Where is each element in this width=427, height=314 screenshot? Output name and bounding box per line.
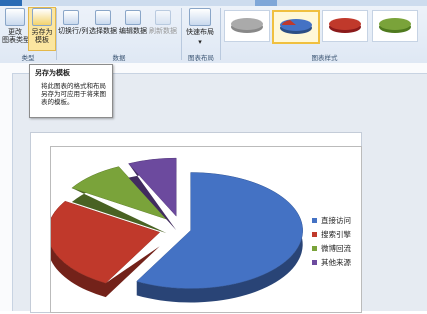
legend-swatch (312, 231, 317, 237)
chart-type-icon (5, 8, 25, 26)
legend-item: 微博回流 (312, 241, 351, 255)
legend-swatch (312, 259, 317, 265)
save-as-template-button[interactable]: 另存为 模板 (28, 7, 56, 51)
tooltip: 另存为模板 将此图表的格式和布局 另存为可应用于将来图 表的模板。 (29, 64, 113, 118)
switch-row-col-icon (63, 10, 79, 25)
quick-layout-button[interactable]: 快速布局 ▾ (184, 8, 216, 46)
legend-label: 搜索引擎 (321, 229, 351, 239)
select-data-button[interactable]: 选择数据 (89, 10, 117, 35)
chart-style-thumb-3[interactable] (322, 10, 368, 42)
change-chart-type-label: 更改 图表类型 (2, 28, 30, 44)
switch-row-col-button[interactable]: 切换行/列 (58, 10, 89, 35)
tooltip-title: 另存为模板 (35, 69, 70, 77)
select-data-icon (95, 10, 111, 25)
switch-row-col-label: 切换行/列 (58, 27, 89, 35)
vertical-ruler[interactable] (0, 73, 13, 311)
colored-pie-icon (280, 19, 312, 34)
save-as-template-label: 另存为 模板 (31, 28, 53, 44)
legend-label: 微博回流 (321, 243, 351, 253)
save-template-icon (32, 8, 52, 26)
chart-style-thumb-4[interactable] (372, 10, 418, 42)
legend-item: 直接访问 (312, 213, 351, 227)
chevron-down-icon: ▾ (198, 38, 202, 46)
legend-label: 直接访问 (321, 215, 351, 225)
group-label-styles: 图表样式 (311, 54, 338, 62)
edit-data-icon (125, 10, 141, 25)
group-label-layout: 图表布局 (188, 54, 214, 62)
file-tab[interactable] (0, 0, 22, 6)
refresh-data-label: 刷新数据 (149, 27, 177, 35)
chart-legend[interactable]: 直接访问 搜索引擎 微博回流 其他来源 (312, 213, 351, 269)
edit-data-label: 编辑数据 (119, 27, 147, 35)
group-label-type: 类型 (21, 54, 35, 62)
quick-layout-icon (189, 8, 211, 26)
change-chart-type-button[interactable]: 更改 图表类型 (2, 8, 30, 44)
legend-swatch (312, 245, 317, 251)
gray-pie-icon (231, 18, 263, 33)
legend-item: 其他来源 (312, 255, 351, 269)
chart-style-thumb-1[interactable] (224, 10, 270, 42)
refresh-data-button[interactable]: 刷新数据 (149, 10, 177, 35)
group-separator (56, 8, 57, 60)
group-label-data: 数据 (112, 54, 126, 62)
design-tab[interactable] (255, 0, 277, 6)
ribbon-tab-strip (0, 0, 427, 6)
refresh-data-icon (155, 10, 171, 25)
red-pie-icon (329, 18, 361, 33)
legend-label: 其他来源 (321, 257, 351, 267)
select-data-label: 选择数据 (89, 27, 117, 35)
ribbon: 更改 图表类型 另存为 模板 类型 切换行/列 选择数据 编辑数据 刷新数据 数… (0, 0, 427, 64)
legend-item: 搜索引擎 (312, 227, 351, 241)
chart-style-thumb-2[interactable] (272, 10, 320, 44)
tooltip-body: 将此图表的格式和布局 另存为可应用于将来图 表的模板。 (41, 82, 106, 106)
legend-swatch (312, 217, 317, 223)
edit-data-button[interactable]: 编辑数据 (119, 10, 147, 35)
green-pie-icon (379, 18, 411, 33)
group-separator (220, 8, 221, 60)
quick-layout-label: 快速布局 (186, 28, 214, 36)
